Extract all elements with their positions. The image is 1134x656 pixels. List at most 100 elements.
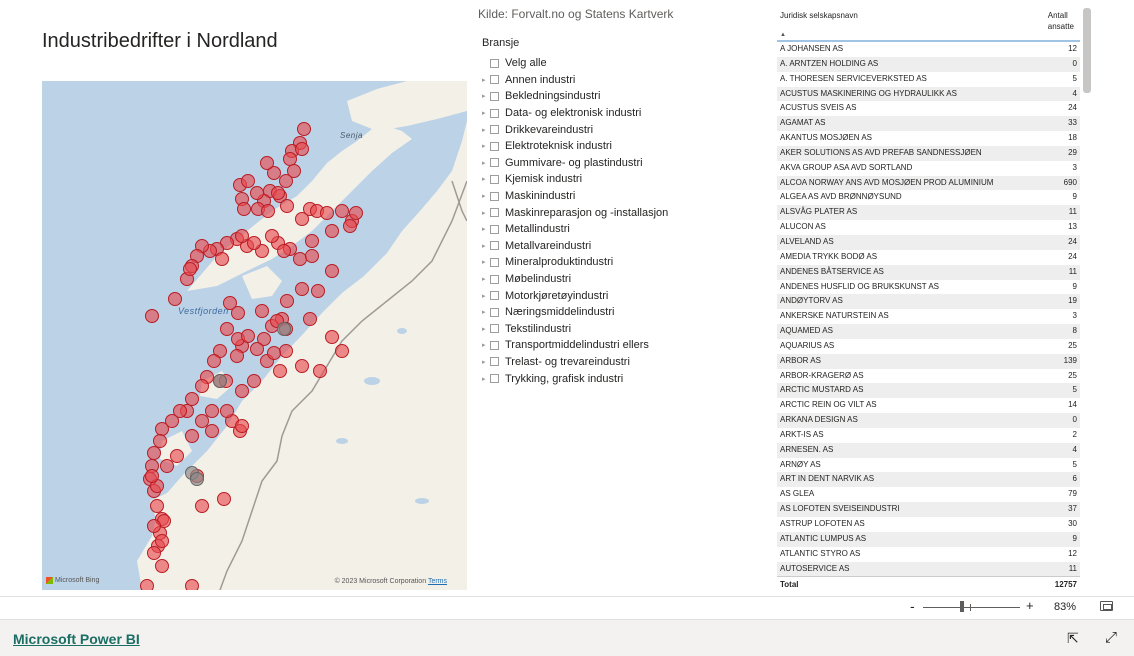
slicer-item[interactable]: ▸ Møbelindustri	[482, 271, 682, 288]
company-location-point[interactable]	[303, 312, 317, 326]
checkbox[interactable]	[490, 75, 499, 85]
table-row[interactable]: ARNØY AS 5	[777, 458, 1080, 473]
company-location-point[interactable]	[349, 206, 363, 220]
company-location-point[interactable]	[295, 359, 309, 373]
table-row[interactable]: ACUSTUS MASKINERING OG HYDRAULIKK AS 4	[777, 86, 1080, 102]
company-location-point[interactable]	[150, 499, 164, 513]
checkbox[interactable]	[490, 257, 499, 267]
map-visual[interactable]: Senja Vestfjorden Microsoft Bing © 2023 …	[42, 81, 467, 590]
table-row[interactable]: ALCOA NORWAY ANS AVD MOSJØEN PROD ALUMIN…	[777, 175, 1080, 191]
slicer-item[interactable]: ▸ Annen industri	[482, 72, 682, 89]
expand-chevron-icon[interactable]: ▸	[482, 142, 490, 150]
slicer-item[interactable]: ▸ Bekledningsindustri	[482, 88, 682, 105]
company-location-point[interactable]	[241, 329, 255, 343]
company-location-point[interactable]	[220, 404, 234, 418]
company-location-point[interactable]	[335, 344, 349, 358]
slicer-item[interactable]: ▸ Transportmiddelindustri ellers	[482, 337, 682, 354]
checkbox[interactable]	[490, 174, 499, 184]
table-row[interactable]: ARCTIC MUSTARD AS 5	[777, 383, 1080, 399]
table-row[interactable]: AQUAMED AS 8	[777, 324, 1080, 339]
company-location-point[interactable]	[277, 322, 291, 336]
table-row[interactable]: ARKANA DESIGN AS 0	[777, 413, 1080, 428]
slicer-item[interactable]: ▸ Motorkjøretøyindustri	[482, 287, 682, 304]
map-points-layer[interactable]	[42, 81, 467, 590]
table-row[interactable]: AGAMAT AS 33	[777, 116, 1080, 132]
checkbox[interactable]	[490, 125, 499, 135]
checkbox[interactable]	[490, 241, 499, 251]
table-row[interactable]: ANDØYTORV AS 19	[777, 294, 1080, 310]
company-location-point[interactable]	[205, 404, 219, 418]
company-location-point[interactable]	[335, 204, 349, 218]
company-location-point[interactable]	[283, 152, 297, 166]
company-location-point[interactable]	[261, 204, 275, 218]
sort-ascending-icon[interactable]: ▲	[780, 32, 786, 38]
company-location-point[interactable]	[279, 174, 293, 188]
slicer-item[interactable]: ▸ Data- og elektronisk industri	[482, 105, 682, 122]
slicer-item[interactable]: ▸ Mineralproduktindustri	[482, 254, 682, 271]
table-row[interactable]: AMEDIA TRYKK BODØ AS 24	[777, 250, 1080, 265]
expand-chevron-icon[interactable]: ▸	[482, 325, 490, 333]
company-location-point[interactable]	[247, 236, 261, 250]
table-row[interactable]: AS LOFOTEN SVEISEINDUSTRI 37	[777, 502, 1080, 517]
table-row[interactable]: ALSVÅG PLATER AS 11	[777, 205, 1080, 221]
expand-chevron-icon[interactable]: ▸	[482, 341, 490, 349]
table-row[interactable]: AQUARIUS AS 25	[777, 339, 1080, 354]
company-location-point[interactable]	[213, 374, 227, 388]
company-location-point[interactable]	[235, 419, 249, 433]
company-location-point[interactable]	[195, 499, 209, 513]
checkbox[interactable]	[490, 291, 499, 301]
table-row[interactable]: ART IN DENT NARVIK AS 6	[777, 472, 1080, 488]
company-location-point[interactable]	[153, 434, 167, 448]
company-location-point[interactable]	[279, 344, 293, 358]
slicer-item[interactable]: ▸ Metallvareindustri	[482, 238, 682, 255]
company-location-point[interactable]	[185, 579, 199, 591]
company-location-point[interactable]	[195, 379, 209, 393]
checkbox[interactable]	[490, 357, 499, 367]
expand-chevron-icon[interactable]: ▸	[482, 292, 490, 300]
industry-slicer[interactable]: Bransje Velg alle ▸ Annen industri ▸ Bekledn…	[482, 37, 682, 387]
slicer-item[interactable]: ▸ Metallindustri	[482, 221, 682, 238]
table-row[interactable]: ARKT-IS AS 2	[777, 428, 1080, 443]
expand-chevron-icon[interactable]: ▸	[482, 192, 490, 200]
column-header-company[interactable]: Juridisk selskapsnavn	[780, 11, 858, 20]
table-row[interactable]: ANKERSKE NATURSTEIN AS 3	[777, 309, 1080, 324]
company-location-point[interactable]	[273, 364, 287, 378]
company-location-point[interactable]	[185, 429, 199, 443]
slicer-item[interactable]: ▸ Gummivare- og plastindustri	[482, 155, 682, 172]
checkbox[interactable]	[490, 224, 499, 234]
expand-chevron-icon[interactable]: ▸	[482, 126, 490, 134]
table-row[interactable]: ATLANTIC LUMPUS AS 9	[777, 531, 1080, 547]
checkbox[interactable]	[490, 158, 499, 168]
table-row[interactable]: ANDENES BÅTSERVICE AS 11	[777, 264, 1080, 280]
table-row[interactable]: A JOHANSEN AS 12	[777, 42, 1080, 57]
table-row[interactable]: A. ARNTZEN HOLDING AS 0	[777, 56, 1080, 72]
expand-chevron-icon[interactable]: ▸	[482, 275, 490, 283]
company-location-point[interactable]	[260, 156, 274, 170]
slicer-item[interactable]: Velg alle	[482, 55, 682, 72]
expand-chevron-icon[interactable]: ▸	[482, 76, 490, 84]
checkbox[interactable]	[490, 340, 499, 350]
company-location-point[interactable]	[155, 422, 169, 436]
slicer-item[interactable]: ▸ Trykking, grafisk industri	[482, 370, 682, 387]
expand-chevron-icon[interactable]: ▸	[482, 92, 490, 100]
table-row[interactable]: ATLANTIC STYRO AS 12	[777, 547, 1080, 562]
table-row[interactable]: ARBOR-KRAGERØ AS 25	[777, 369, 1080, 384]
company-location-point[interactable]	[250, 342, 264, 356]
slicer-item[interactable]: ▸ Næringsmiddelindustri	[482, 304, 682, 321]
company-location-point[interactable]	[295, 142, 309, 156]
company-location-point[interactable]	[195, 414, 209, 428]
fit-to-page-icon[interactable]	[1100, 601, 1113, 611]
company-location-point[interactable]	[311, 284, 325, 298]
company-location-point[interactable]	[205, 424, 219, 438]
company-location-point[interactable]	[325, 224, 339, 238]
checkbox[interactable]	[490, 208, 499, 218]
expand-chevron-icon[interactable]: ▸	[482, 242, 490, 250]
expand-chevron-icon[interactable]: ▸	[482, 225, 490, 233]
column-header-employees[interactable]: Antall ansatte	[1048, 10, 1074, 32]
company-location-point[interactable]	[255, 304, 269, 318]
company-location-point[interactable]	[267, 346, 281, 360]
table-row[interactable]: AKANTUS MOSJØEN AS 18	[777, 131, 1080, 146]
checkbox[interactable]	[490, 324, 499, 334]
expand-chevron-icon[interactable]: ▸	[482, 209, 490, 217]
expand-chevron-icon[interactable]: ▸	[482, 109, 490, 117]
